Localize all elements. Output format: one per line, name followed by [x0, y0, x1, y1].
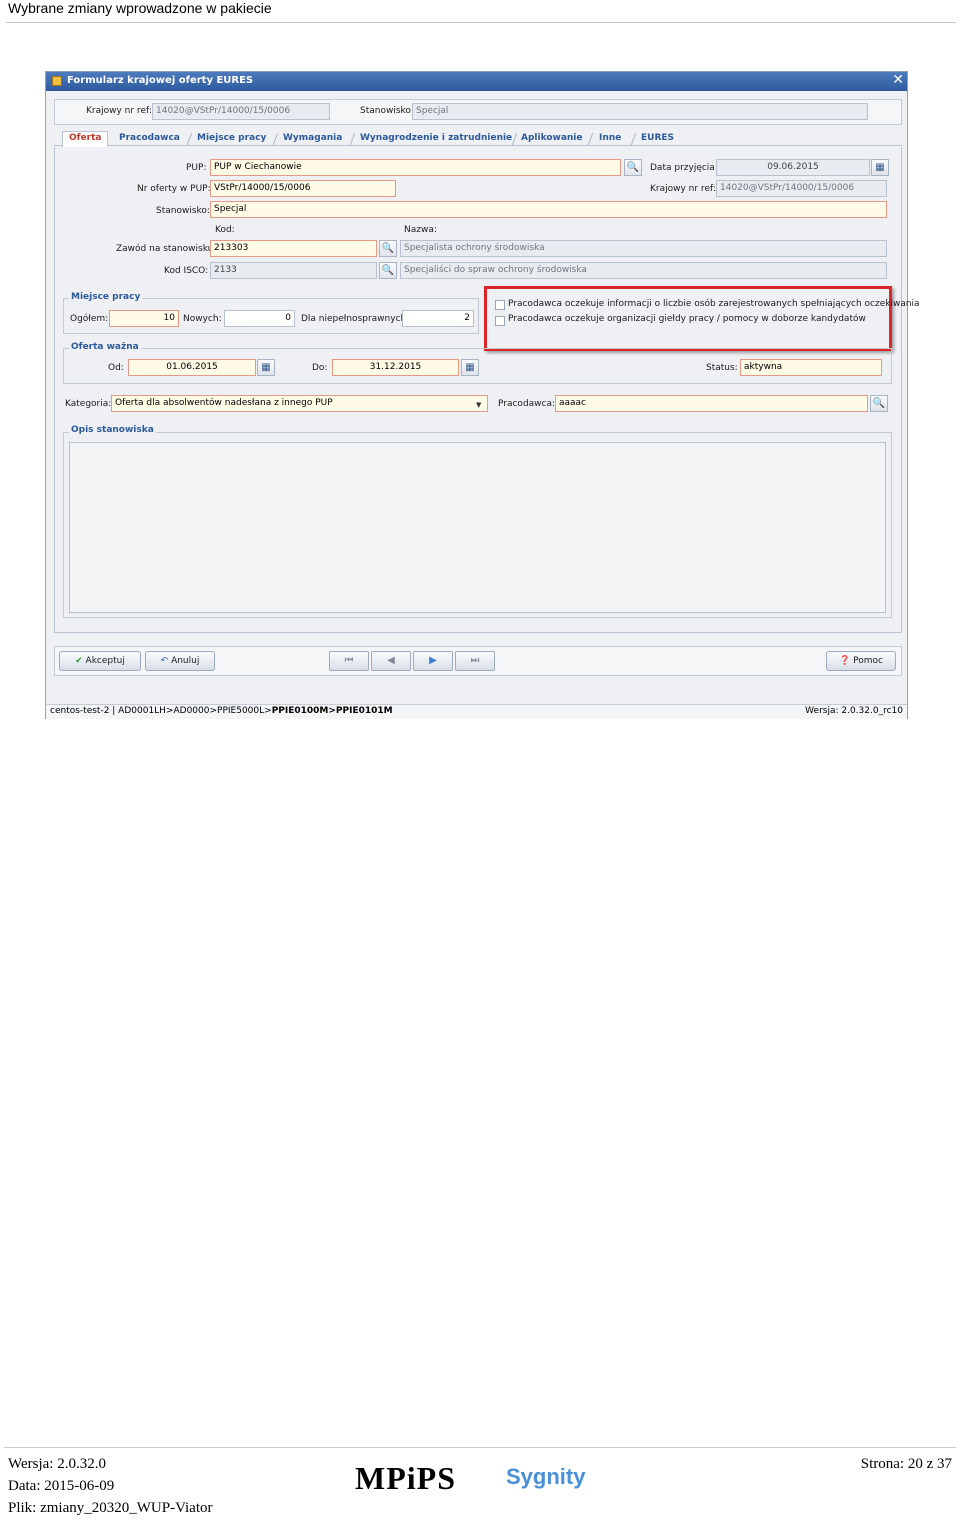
- isco-label: Kod ISCO:: [164, 266, 209, 276]
- footer-page-number: Strona: 20 z 37: [860, 1456, 952, 1472]
- tab-oferta[interactable]: Oferta: [62, 131, 109, 147]
- od-field[interactable]: 01.06.2015: [128, 359, 256, 376]
- ogolem-field[interactable]: 10: [109, 310, 179, 327]
- opis-textarea[interactable]: [69, 442, 886, 613]
- pup-field[interactable]: PUP w Ciechanowie: [210, 159, 621, 176]
- nr-oferty-field[interactable]: VStPr/14000/15/0006: [210, 180, 396, 197]
- stanowisko-form-field[interactable]: Specjal: [210, 201, 887, 218]
- calendar-icon[interactable]: ▦: [871, 159, 889, 176]
- pup-search-icon[interactable]: 🔍: [624, 159, 642, 176]
- od-calendar-icon[interactable]: ▦: [257, 359, 275, 376]
- check-icon: ✔: [75, 656, 83, 666]
- do-label: Do:: [312, 363, 328, 373]
- miejsca-pracy-title: Miejsce pracy: [69, 292, 143, 302]
- krajowy-ref-label: Krajowy nr ref:: [650, 184, 716, 194]
- tab-eures[interactable]: EURES: [641, 133, 674, 143]
- chevron-down-icon[interactable]: ▼: [476, 401, 481, 409]
- footer-date: Data: 2015-06-09: [8, 1478, 115, 1494]
- undo-icon: ↶: [160, 656, 169, 666]
- ogolem-label: Ogółem:: [70, 314, 109, 324]
- isco-kod-field: 2133: [210, 262, 377, 279]
- footer-file: Plik: zmiany_20320_WUP-Viator: [8, 1500, 213, 1516]
- ref-label: Krajowy nr ref:: [86, 106, 152, 116]
- status-version: Wersja: 2.0.32.0_rc10: [805, 706, 903, 716]
- pomoc-label: Pomoc: [853, 656, 883, 666]
- pomoc-button[interactable]: ❓ Pomoc: [826, 651, 896, 671]
- status-path-bold: PPIE0100M>PPIE0101M: [271, 706, 393, 716]
- pracodawca-search-icon[interactable]: 🔍: [870, 395, 888, 412]
- do-calendar-icon[interactable]: ▦: [461, 359, 479, 376]
- zawod-kod-field[interactable]: 213303: [210, 240, 377, 257]
- opis-title: Opis stanowiska: [69, 425, 156, 435]
- status-path: centos-test-2 | AD0001LH>AD0000>PPIE5000…: [50, 706, 393, 716]
- nowych-label: Nowych:: [183, 314, 222, 324]
- app-icon: [52, 76, 62, 86]
- nowych-field[interactable]: 0: [224, 310, 295, 327]
- akceptuj-button[interactable]: ✔ Akceptuj: [59, 651, 141, 671]
- sygnity-logo: Sygnity: [506, 1464, 586, 1489]
- status-bar: centos-test-2 | AD0001LH>AD0000>PPIE5000…: [46, 704, 907, 719]
- pracodawca-label: Pracodawca:: [498, 399, 556, 409]
- krajowy-ref-field: 14020@VStPr/14000/15/0006: [716, 180, 887, 197]
- footer-divider: [4, 1447, 956, 1448]
- kategoria-select[interactable]: Oferta dla absolwentów nadesłana z inneg…: [111, 395, 488, 412]
- eures-offer-window: Formularz krajowej oferty EURES ✕ Krajow…: [45, 71, 920, 719]
- nazwa-column-label: Nazwa:: [404, 225, 437, 235]
- nr-oferty-label: Nr oferty w PUP:: [137, 184, 211, 194]
- akceptuj-label: Akceptuj: [85, 656, 125, 666]
- checkbox-gielda-label: Pracodawca oczekuje organizacji giełdy p…: [508, 314, 866, 324]
- close-icon[interactable]: ✕: [892, 72, 904, 88]
- isco-nazwa-field: Specjaliści do spraw ochrony środowiska: [400, 262, 887, 279]
- stanowisko-label: Stanowisko:: [360, 106, 414, 116]
- help-icon: ❓: [839, 656, 851, 666]
- tab-pracodawca[interactable]: Pracodawca: [119, 133, 180, 143]
- zawod-nazwa-field: Specjalista ochrony środowiska: [400, 240, 887, 257]
- zawod-label: Zawód na stanowisku:: [116, 244, 217, 254]
- previous-record-icon[interactable]: ◀: [371, 651, 411, 671]
- last-record-icon[interactable]: ⏭: [455, 651, 495, 671]
- window-titlebar: Formularz krajowej oferty EURES ✕: [46, 72, 907, 91]
- ref-field: 14020@VStPr/14000/15/0006: [152, 103, 330, 120]
- tab-inne[interactable]: Inne: [599, 133, 621, 143]
- kategoria-label: Kategoria:: [65, 399, 112, 409]
- isco-search-icon[interactable]: 🔍: [379, 262, 397, 279]
- tab-miejsce-pracy[interactable]: Miejsce pracy: [197, 133, 266, 143]
- anuluj-button[interactable]: ↶ Anuluj: [145, 651, 215, 671]
- next-record-icon[interactable]: ▶: [413, 651, 453, 671]
- tab-wynagrodzenie[interactable]: Wynagrodzenie i zatrudnienie: [360, 133, 512, 143]
- document-header-title: Wybrane zmiany wprowadzone w pakiecie: [8, 0, 272, 16]
- data-przyjecia-label: Data przyjęcia:: [650, 163, 718, 173]
- od-label: Od:: [108, 363, 124, 373]
- stanowisko-form-label: Stanowisko:: [156, 206, 210, 216]
- stanowisko-field: Specjal: [412, 103, 868, 120]
- niepelnosprawni-field[interactable]: 2: [402, 310, 474, 327]
- niepelnosprawni-label: Dla niepełnosprawnych:: [301, 314, 410, 324]
- status-label: Status:: [706, 363, 738, 373]
- checkbox-informacja-label: Pracodawca oczekuje informacji o liczbie…: [508, 299, 920, 309]
- anuluj-label: Anuluj: [171, 656, 200, 666]
- oferta-wazna-title: Oferta ważna: [69, 342, 141, 352]
- pracodawca-field[interactable]: aaaac: [555, 395, 868, 412]
- do-field[interactable]: 31.12.2015: [332, 359, 459, 376]
- header-divider: [6, 22, 956, 23]
- status-path-prefix: centos-test-2 | AD0001LH>AD0000>PPIE5000…: [50, 706, 272, 716]
- window-title: Formularz krajowej oferty EURES: [67, 75, 254, 86]
- checkbox-informacja[interactable]: [495, 300, 505, 310]
- mpips-logo: MPiPS: [355, 1460, 456, 1496]
- tab-wymagania[interactable]: Wymagania: [283, 133, 342, 143]
- pup-label: PUP:: [186, 163, 207, 173]
- footer-version: Wersja: 2.0.32.0: [8, 1456, 106, 1472]
- status-field[interactable]: aktywna: [740, 359, 882, 376]
- data-przyjecia-field: 09.06.2015: [716, 159, 870, 176]
- tab-aplikowanie[interactable]: Aplikowanie: [521, 133, 583, 143]
- checkbox-gielda[interactable]: [495, 316, 505, 326]
- first-record-icon[interactable]: ⏮: [329, 651, 369, 671]
- zawod-search-icon[interactable]: 🔍: [379, 240, 397, 257]
- kod-column-label: Kod:: [215, 225, 235, 235]
